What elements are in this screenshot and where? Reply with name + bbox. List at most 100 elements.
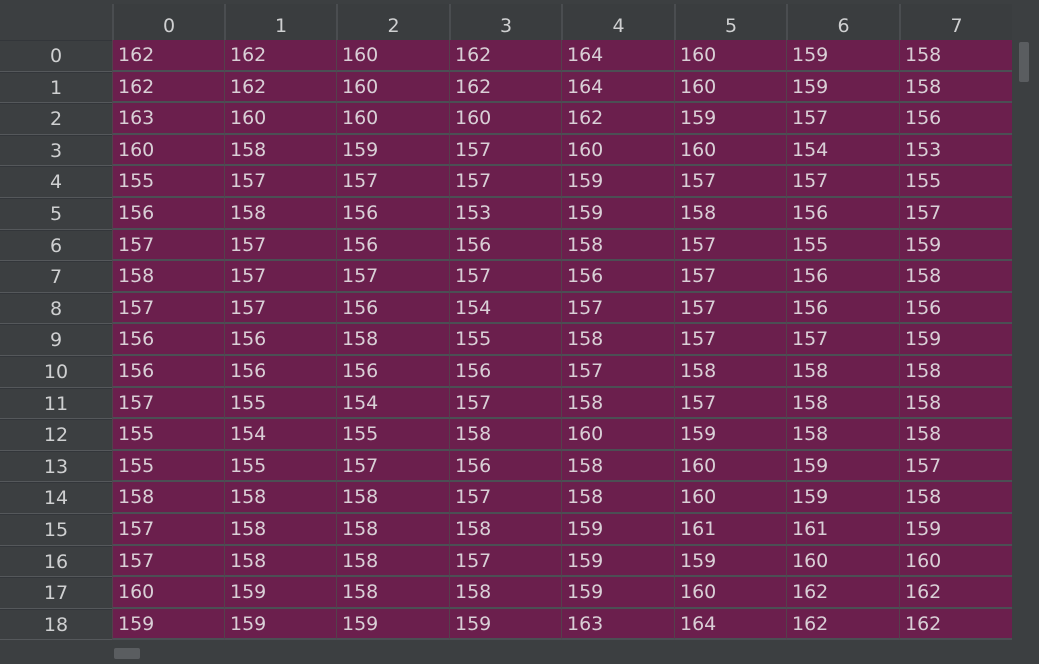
- table-cell[interactable]: 158: [224, 198, 336, 230]
- table-cell[interactable]: 162: [899, 577, 1012, 609]
- table-cell[interactable]: 158: [449, 577, 561, 609]
- table-cell[interactable]: 157: [224, 229, 336, 262]
- table-cell[interactable]: 159: [786, 40, 899, 72]
- table-cell[interactable]: 160: [674, 450, 786, 483]
- table-cell[interactable]: 158: [561, 324, 674, 356]
- table-cell[interactable]: 159: [561, 577, 674, 609]
- table-cell[interactable]: 158: [561, 229, 674, 262]
- table-cell[interactable]: 157: [224, 261, 336, 293]
- table-cell[interactable]: 156: [561, 261, 674, 293]
- table-cell[interactable]: 162: [786, 608, 899, 640]
- table-cell[interactable]: 156: [224, 324, 336, 356]
- table-cell[interactable]: 155: [112, 450, 224, 483]
- table-cell[interactable]: 158: [336, 324, 449, 356]
- table-cell[interactable]: 154: [786, 134, 899, 167]
- table-cell[interactable]: 154: [336, 387, 449, 420]
- table-cell[interactable]: 157: [674, 261, 786, 293]
- table-cell[interactable]: 158: [449, 419, 561, 451]
- table-cell[interactable]: 157: [786, 166, 899, 198]
- row-header[interactable]: 9: [0, 324, 112, 356]
- table-cell[interactable]: 157: [449, 134, 561, 167]
- table-cell[interactable]: 160: [786, 545, 899, 578]
- table-cell[interactable]: 154: [449, 292, 561, 325]
- table-cell[interactable]: 162: [224, 40, 336, 72]
- table-cell[interactable]: 163: [112, 103, 224, 135]
- table-cell[interactable]: 161: [674, 514, 786, 546]
- table-cell[interactable]: 157: [449, 545, 561, 578]
- table-cell[interactable]: 157: [449, 387, 561, 420]
- table-cell[interactable]: 156: [336, 356, 449, 388]
- table-cell[interactable]: 159: [561, 545, 674, 578]
- row-header[interactable]: 6: [0, 229, 112, 262]
- table-cell[interactable]: 157: [674, 387, 786, 420]
- row-header[interactable]: 11: [0, 387, 112, 420]
- table-cell[interactable]: 155: [899, 166, 1012, 198]
- table-cell[interactable]: 162: [449, 40, 561, 72]
- table-cell[interactable]: 161: [786, 514, 899, 546]
- table-cell[interactable]: 160: [336, 71, 449, 104]
- table-cell[interactable]: 157: [674, 324, 786, 356]
- table-cell[interactable]: 155: [336, 419, 449, 451]
- table-cell[interactable]: 158: [336, 514, 449, 546]
- row-header[interactable]: 4: [0, 166, 112, 198]
- horizontal-scroll-thumb[interactable]: [114, 648, 140, 659]
- table-cell[interactable]: 158: [899, 40, 1012, 72]
- table-cell[interactable]: 157: [112, 292, 224, 325]
- table-cell[interactable]: 163: [561, 608, 674, 640]
- table-cell[interactable]: 155: [786, 229, 899, 262]
- table-cell[interactable]: 155: [224, 450, 336, 483]
- table-cell[interactable]: 158: [786, 419, 899, 451]
- table-cell[interactable]: 159: [112, 608, 224, 640]
- table-cell[interactable]: 159: [674, 545, 786, 578]
- table-cell[interactable]: 156: [336, 198, 449, 230]
- table-cell[interactable]: 158: [561, 482, 674, 514]
- table-cell[interactable]: 153: [449, 198, 561, 230]
- table-cell[interactable]: 160: [674, 134, 786, 167]
- table-cell[interactable]: 156: [899, 103, 1012, 135]
- table-cell[interactable]: 157: [674, 229, 786, 262]
- table-cell[interactable]: 160: [336, 103, 449, 135]
- row-header[interactable]: 8: [0, 292, 112, 325]
- table-cell[interactable]: 159: [224, 577, 336, 609]
- table-cell[interactable]: 160: [674, 71, 786, 104]
- table-cell[interactable]: 157: [449, 261, 561, 293]
- row-header[interactable]: 0: [0, 40, 112, 72]
- table-cell[interactable]: 156: [786, 292, 899, 325]
- table-cell[interactable]: 159: [899, 514, 1012, 546]
- table-cell[interactable]: 155: [449, 324, 561, 356]
- table-cell[interactable]: 157: [112, 229, 224, 262]
- table-cell[interactable]: 160: [336, 40, 449, 72]
- table-cell[interactable]: 156: [112, 198, 224, 230]
- table-cell[interactable]: 164: [561, 71, 674, 104]
- table-cell[interactable]: 158: [449, 514, 561, 546]
- table-cell[interactable]: 158: [561, 387, 674, 420]
- row-header[interactable]: 1: [0, 71, 112, 104]
- table-cell[interactable]: 157: [674, 166, 786, 198]
- table-cell[interactable]: 159: [674, 419, 786, 451]
- row-header[interactable]: 7: [0, 261, 112, 293]
- row-header[interactable]: 10: [0, 356, 112, 388]
- table-cell[interactable]: 158: [899, 356, 1012, 388]
- column-header[interactable]: 2: [336, 4, 449, 40]
- table-cell[interactable]: 159: [899, 229, 1012, 262]
- row-header[interactable]: 15: [0, 514, 112, 546]
- table-cell[interactable]: 160: [112, 134, 224, 167]
- table-cell[interactable]: 157: [224, 166, 336, 198]
- table-cell[interactable]: 159: [561, 514, 674, 546]
- table-cell[interactable]: 156: [224, 356, 336, 388]
- table-cell[interactable]: 159: [336, 134, 449, 167]
- table-cell[interactable]: 164: [674, 608, 786, 640]
- table-cell[interactable]: 158: [336, 577, 449, 609]
- table-cell[interactable]: 159: [899, 324, 1012, 356]
- horizontal-scrollbar[interactable]: [112, 644, 1016, 660]
- table-cell[interactable]: 156: [336, 229, 449, 262]
- column-header[interactable]: 3: [449, 4, 561, 40]
- table-cell[interactable]: 158: [899, 71, 1012, 104]
- table-cell[interactable]: 160: [674, 577, 786, 609]
- row-header[interactable]: 16: [0, 545, 112, 578]
- row-header[interactable]: 2: [0, 103, 112, 135]
- table-cell[interactable]: 159: [786, 450, 899, 483]
- row-header[interactable]: 17: [0, 577, 112, 609]
- table-cell[interactable]: 162: [899, 608, 1012, 640]
- table-cell[interactable]: 157: [336, 166, 449, 198]
